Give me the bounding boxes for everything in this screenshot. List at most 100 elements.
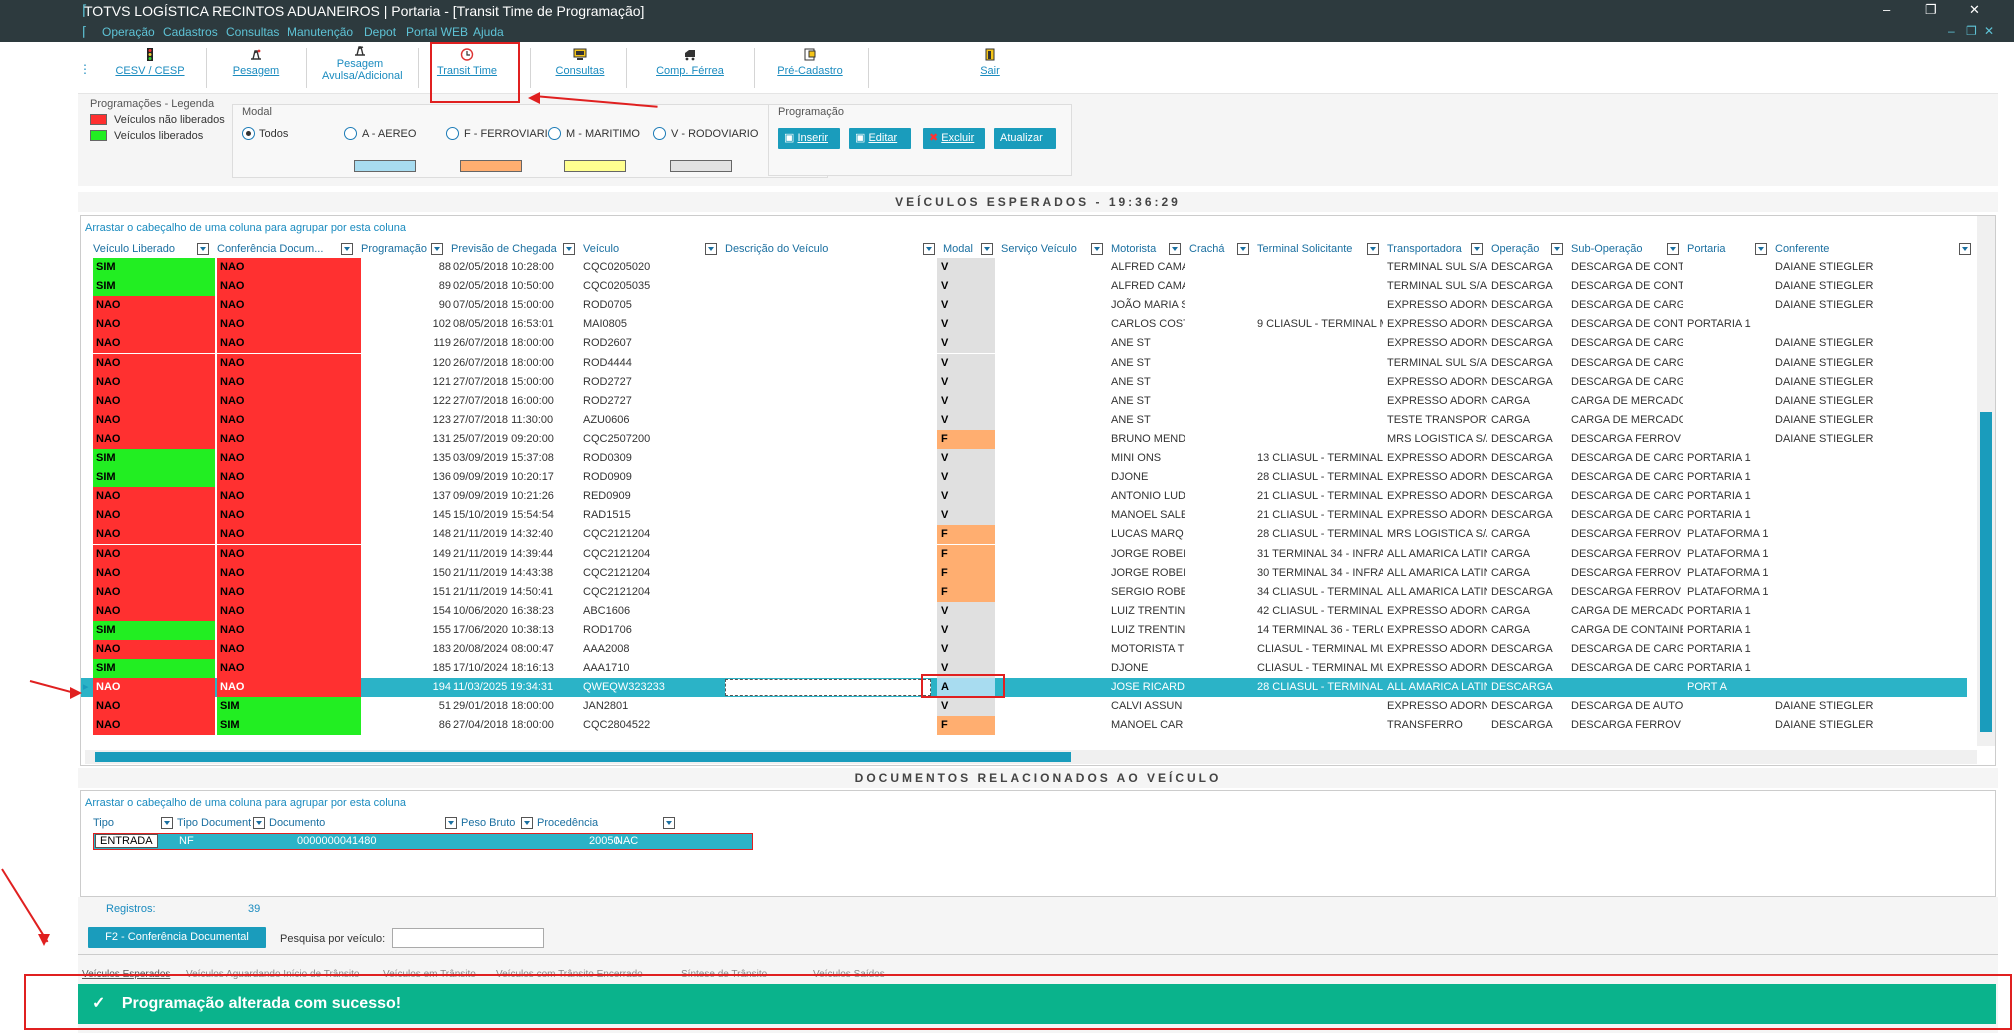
filter-dropdown-icon[interactable]	[197, 243, 209, 255]
table-row[interactable]: NAO NAO 123 27/07/2018 11:30:00 AZU0606 V ANE …	[81, 410, 1967, 430]
table-row[interactable]: NAO NAO 145 15/10/2019 15:54:54 RAD1515 V MANO…	[81, 506, 1967, 526]
grid-hscroll-thumb[interactable]	[95, 752, 1071, 762]
modal-option-aereo[interactable]: A - AEREO	[362, 128, 416, 140]
filter-dropdown-icon[interactable]	[981, 243, 993, 255]
menu-depot[interactable]: Depot	[364, 25, 396, 39]
modal-option-ferroviario[interactable]: F - FERROVIARIO	[464, 128, 548, 140]
search-vehicle-input[interactable]	[392, 928, 544, 948]
filter-dropdown-icon[interactable]	[1367, 243, 1379, 255]
doc-col-header[interactable]: Peso Bruto	[461, 815, 519, 831]
table-row[interactable]: NAO NAO 120 26/07/2018 18:00:00 ROD4444 V ANE …	[81, 353, 1967, 373]
toolbar-pesagem-avulsa[interactable]: Pesagem Avulsa/Adicional	[310, 44, 410, 82]
modal-radio-ferroviario[interactable]	[446, 127, 459, 140]
menu-consultas[interactable]: Consultas	[226, 25, 279, 39]
menu-operacao[interactable]: Operação	[102, 25, 155, 39]
toolbar-cesv-cesp[interactable]: CESV / CESP	[100, 44, 200, 77]
col-header-veiculo-liberado[interactable]: Veículo Liberado	[93, 241, 195, 257]
doc-col-header[interactable]: Tipo	[93, 815, 159, 831]
grid-vscroll-thumb[interactable]	[1980, 412, 1992, 732]
table-row[interactable]: NAO NAO 148 21/11/2019 14:32:40 CQC2121204 F L…	[81, 525, 1967, 545]
toolbar-sair[interactable]: Sair	[950, 44, 1030, 77]
filter-dropdown-icon[interactable]	[1667, 243, 1679, 255]
doc-col-header[interactable]: Procedência	[537, 815, 661, 831]
edit-button[interactable]: ▣ Editar	[849, 128, 911, 149]
table-row[interactable]: SIM NAO 155 17/06/2020 10:38:13 ROD1706 V LUIZ…	[81, 620, 1967, 640]
col-header-portaria[interactable]: Portaria	[1687, 241, 1753, 257]
table-row[interactable]: NAO NAO 149 21/11/2019 14:39:44 CQC2121204 F J…	[81, 544, 1967, 564]
table-row[interactable]: SIM NAO 185 17/10/2024 18:16:13 AAA1710 V DJON…	[81, 659, 1967, 679]
close-button[interactable]: ✕	[1969, 2, 1980, 18]
table-row[interactable]: NAO NAO 154 10/06/2020 16:38:23 ABC1606 V LUIZ…	[81, 601, 1967, 621]
col-header-operacao[interactable]: Operação	[1491, 241, 1549, 257]
col-header-veiculo[interactable]: Veículo	[583, 241, 703, 257]
table-row[interactable]: NAO NAO 137 09/09/2019 10:21:26 RED0909 V ANTO…	[81, 487, 1967, 507]
modal-option-maritimo[interactable]: M - MARITIMO	[566, 128, 640, 140]
filter-dropdown-icon[interactable]	[161, 817, 173, 829]
filter-dropdown-icon[interactable]	[563, 243, 575, 255]
conferencia-documental-button[interactable]: F2 - Conferência Documental	[88, 927, 266, 948]
filter-dropdown-icon[interactable]	[1755, 243, 1767, 255]
minimize-button[interactable]: –	[1883, 2, 1890, 17]
col-header-previsao-chegada[interactable]: Previsão de Chegada	[451, 241, 561, 257]
filter-dropdown-icon[interactable]	[431, 243, 443, 255]
refresh-button[interactable]: Atualizar	[994, 128, 1056, 149]
toolbar-consultas[interactable]: Consultas	[540, 44, 620, 77]
filter-dropdown-icon[interactable]	[253, 817, 265, 829]
col-header-motorista[interactable]: Motorista	[1111, 241, 1167, 257]
table-row[interactable]: SIM NAO 136 09/09/2019 10:20:17 ROD0909 V DJON…	[81, 468, 1967, 488]
col-header-terminal-solicitante[interactable]: Terminal Solicitante	[1257, 241, 1365, 257]
modal-option-todos[interactable]: Todos	[259, 128, 288, 140]
col-header-servico-veiculo[interactable]: Serviço Veículo	[1001, 241, 1089, 257]
table-row[interactable]: SIM NAO 89 02/05/2018 10:50:00 CQC0205035 V AL…	[81, 277, 1967, 297]
child-minimize-button[interactable]: –	[1948, 24, 1955, 38]
table-row[interactable]: NAO NAO 183 20/08/2024 08:00:47 AAA2008 V MOTO…	[81, 640, 1967, 659]
toolbar-pesagem[interactable]: Pesagem	[216, 44, 296, 77]
filter-dropdown-icon[interactable]	[521, 817, 533, 829]
doc-col-header[interactable]: Tipo Documento	[177, 815, 251, 831]
col-header-conferente[interactable]: Conferente	[1775, 241, 1957, 257]
table-row[interactable]: NAO NAO 122 27/07/2018 16:00:00 ROD2727 V ANE …	[81, 391, 1967, 411]
menu-portal-web[interactable]: Portal WEB	[406, 25, 468, 39]
menu-manutencao[interactable]: Manutenção	[287, 25, 353, 39]
filter-dropdown-icon[interactable]	[923, 243, 935, 255]
menu-cadastros[interactable]: Cadastros	[163, 25, 218, 39]
table-row[interactable]: NAO NAO 131 25/07/2019 09:20:00 CQC2507200 F B…	[81, 429, 1967, 449]
table-row[interactable]: SIM NAO 88 02/05/2018 10:28:00 CQC0205020 V AL…	[81, 258, 1967, 277]
toolbar-comp-ferrea[interactable]: Comp. Férrea	[640, 44, 740, 77]
col-header-cracha[interactable]: Crachá	[1189, 241, 1235, 257]
table-row[interactable]: NAO NAO 102 08/05/2018 16:53:01 MAI0805 V CARL…	[81, 315, 1967, 335]
col-header-descricao-veiculo[interactable]: Descrição do Veículo	[725, 241, 921, 257]
doc-col-header[interactable]: Documento	[269, 815, 443, 831]
modal-radio-todos[interactable]	[242, 127, 255, 140]
child-restore-button[interactable]: ❐	[1966, 24, 1977, 38]
filter-dropdown-icon[interactable]	[1169, 243, 1181, 255]
modal-radio-rodoviario[interactable]	[653, 127, 666, 140]
table-row[interactable]: NAO NAO 90 07/05/2018 15:00:00 ROD0705 V JOÃO …	[81, 296, 1967, 316]
delete-button[interactable]: ✖ Excluir	[923, 128, 985, 149]
table-row[interactable]: SIM NAO 135 03/09/2019 15:37:08 ROD0309 V MINI…	[81, 449, 1967, 468]
grid-hscrollbar[interactable]	[85, 750, 1977, 764]
grid-vscrollbar[interactable]	[1977, 216, 1995, 746]
col-header-conferencia-documental[interactable]: Conferência Docum...	[217, 241, 339, 257]
table-row[interactable]: NAO SIM 86 27/04/2018 18:00:00 CQC2804522 F MA…	[81, 716, 1967, 736]
table-row[interactable]: NAO NAO 151 21/11/2019 14:50:41 CQC2121204 F S…	[81, 582, 1967, 602]
filter-dropdown-icon[interactable]	[445, 817, 457, 829]
modal-radio-aereo[interactable]	[344, 127, 357, 140]
maximize-button[interactable]: ❐	[1925, 2, 1937, 18]
child-close-button[interactable]: ✕	[1984, 24, 1994, 38]
col-header-transportadora[interactable]: Transportadora	[1387, 241, 1469, 257]
filter-dropdown-icon[interactable]	[705, 243, 717, 255]
modal-option-rodoviario[interactable]: V - RODOVIARIO	[671, 128, 758, 140]
table-row[interactable]: NAO NAO 121 27/07/2018 15:00:00 ROD2727 V ANE …	[81, 372, 1967, 392]
filter-dropdown-icon[interactable]	[341, 243, 353, 255]
table-row[interactable]: NAO SIM 51 29/01/2018 18:00:00 JAN2801 V CALVI…	[81, 697, 1967, 717]
modal-radio-maritimo[interactable]	[548, 127, 561, 140]
table-row-selected[interactable]: NAO NAO 194 11/03/2025 19:34:31 QWEQW323233 A…	[81, 678, 1967, 698]
filter-dropdown-icon[interactable]	[663, 817, 675, 829]
table-row[interactable]: NAO NAO 150 21/11/2019 14:43:38 CQC2121204 F J…	[81, 563, 1967, 583]
insert-button[interactable]: ▣ Inserir	[778, 128, 840, 149]
filter-dropdown-icon[interactable]	[1959, 243, 1971, 255]
filter-dropdown-icon[interactable]	[1091, 243, 1103, 255]
filter-dropdown-icon[interactable]	[1471, 243, 1483, 255]
col-header-modal[interactable]: Modal	[943, 241, 979, 257]
